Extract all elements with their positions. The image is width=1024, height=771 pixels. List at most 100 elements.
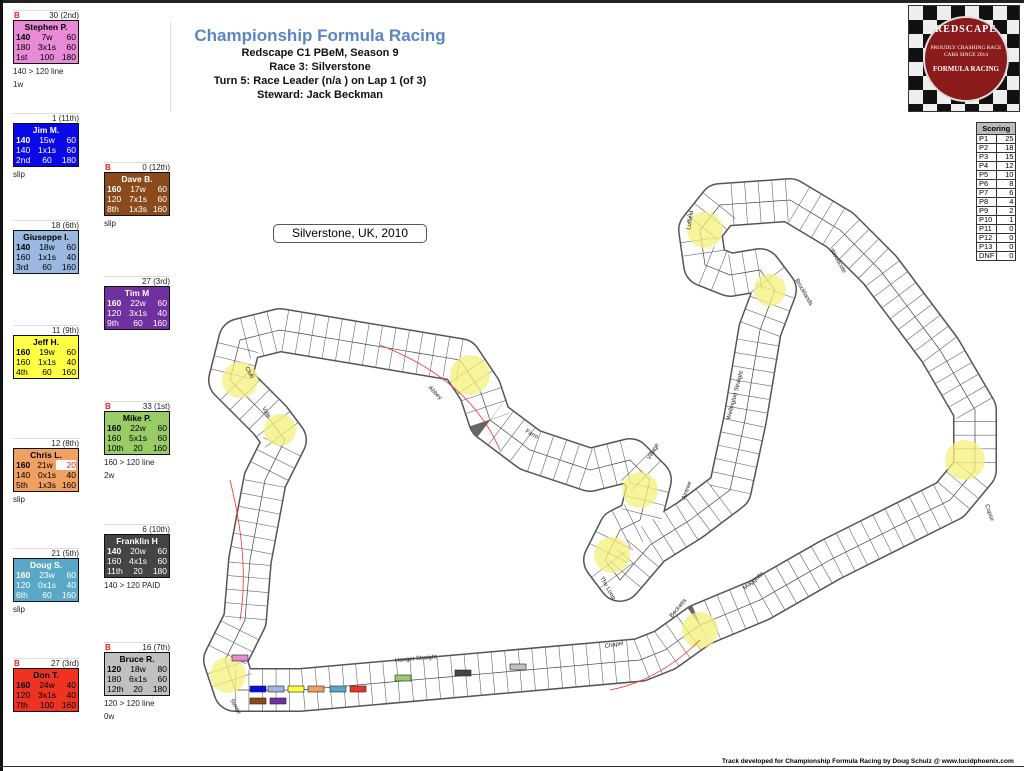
stat-value: 4th <box>16 367 28 377</box>
stat-value: 40 <box>66 470 76 480</box>
stat-value: 160 <box>107 298 122 308</box>
driver-card: 18 (6th) Giuseppe I. 140 18w 60 160 1x1s 40 3rd… <box>13 220 79 274</box>
corner-label: Abbey <box>427 385 443 401</box>
card-header: B 30 (2nd) <box>13 10 79 20</box>
scoring-position: DNF <box>975 251 998 261</box>
track-credit: Track developed for Championship Formula… <box>722 758 1014 765</box>
driver-box: Bruce R. 120 18w 80 180 6x1s 60 12th 20 180 <box>104 652 170 696</box>
stat-value: 40 <box>157 308 167 318</box>
stat-row: 7th 100 160 <box>16 700 76 710</box>
page-title: Championship Formula Racing <box>194 26 446 45</box>
stat-value: 20w <box>130 546 146 556</box>
stat-value: 180 <box>16 42 31 52</box>
stat-value: 120 <box>107 194 122 204</box>
stat-value: 22w <box>130 423 146 433</box>
stat-row: 160 4x1s 60 <box>107 556 167 566</box>
stat-value: 120 <box>107 308 122 318</box>
driver-note: slip <box>104 219 117 228</box>
b-marker: B <box>14 659 20 668</box>
stat-row: 180 3x1s 60 <box>16 42 76 52</box>
stat-value: 160 <box>61 700 76 710</box>
stat-value: 160 <box>107 556 122 566</box>
stat-value: 6th <box>16 590 28 600</box>
card-header: 21 (5th) <box>13 548 79 558</box>
stat-value: 180 <box>107 674 122 684</box>
stat-row: 160 1x1s 40 <box>16 357 76 367</box>
stat-value: 160 <box>61 262 76 272</box>
stat-value: 180 <box>61 155 76 165</box>
stat-value: 60 <box>157 433 167 443</box>
race-car <box>509 663 527 671</box>
stat-value: 60 <box>157 546 167 556</box>
stat-value: 160 <box>107 433 122 443</box>
stat-value: 160 <box>16 570 31 580</box>
driver-points: 18 (6th) <box>51 221 79 230</box>
scoring-points: 6 <box>996 188 1017 198</box>
race-car <box>249 697 267 705</box>
stat-value: 3x1s <box>38 42 56 52</box>
driver-points: 21 (5th) <box>51 549 79 558</box>
driver-box: Mike P. 160 22w 60 160 5x1s 60 10th 20 160 <box>104 411 170 455</box>
stat-value: 2nd <box>16 155 31 165</box>
driver-card: 1 (11th) Jim M. 140 15w 60 140 1x1s 60 2nd 60 180… <box>13 113 79 180</box>
stat-value: 23w <box>39 570 55 580</box>
card-header: B 16 (7th) <box>104 642 170 652</box>
stat-row: 140 1x1s 60 <box>16 145 76 155</box>
driver-points: 30 (2nd) <box>49 11 79 20</box>
stat-row: 120 0x1s 40 <box>16 580 76 590</box>
stat-row: 140 7w 60 <box>16 32 76 42</box>
stat-row: 11th 20 180 <box>107 566 167 576</box>
stat-value: 160 <box>61 367 76 377</box>
stat-value: 140 <box>16 32 31 42</box>
driver-note: slip <box>13 495 26 504</box>
driver-card: B 30 (2nd) Stephen P. 140 7w 60 180 3x1s 60 1st 1… <box>13 10 79 90</box>
driver-note: 120 > 120 line <box>104 699 155 708</box>
driver-card: B 16 (7th) Bruce R. 120 18w 80 180 6x1s 60 12th 2… <box>104 642 170 722</box>
driver-box: Dave B. 160 17w 60 120 7x1s 60 8th 1x3s 160 <box>104 172 170 216</box>
stat-row: 8th 1x3s 160 <box>107 204 167 214</box>
race-car <box>349 685 367 693</box>
corner-label: Copse <box>983 504 995 523</box>
stat-value: 140 <box>16 145 31 155</box>
stat-value: 18w <box>39 242 55 252</box>
stat-value: 60 <box>157 298 167 308</box>
stat-value: 3rd <box>16 262 29 272</box>
logo-top-text: REDSCAPE <box>935 24 997 35</box>
scoring-points: 0 <box>996 242 1017 252</box>
driver-box: Giuseppe I. 140 18w 60 160 1x1s 40 3rd 60 160 <box>13 230 79 274</box>
stat-row: 9th 60 160 <box>107 318 167 328</box>
redscape-logo: REDSCAPE PROUDLY CRASHING RACE CARS SINC… <box>908 5 1020 112</box>
race-car <box>267 685 285 693</box>
stat-value: 22w <box>130 298 146 308</box>
stat-value: 160 <box>152 318 167 328</box>
driver-points: 33 (1st) <box>142 402 170 411</box>
stat-value: 60 <box>157 184 167 194</box>
stat-value: 20 <box>133 566 143 576</box>
scoring-points: 0 <box>996 251 1017 261</box>
stat-row: 140 15w 60 <box>16 135 76 145</box>
race-line: Race 3: Silverstone <box>269 61 371 73</box>
driver-box: Jim M. 140 15w 60 140 1x1s 60 2nd 60 180 <box>13 123 79 167</box>
driver-box: Chris L. 160 21w 20 140 0x1s 40 5th 1x3s 160 <box>13 448 79 492</box>
stat-value: 3x1s <box>38 690 56 700</box>
stat-row: 160 1x1s 40 <box>16 252 76 262</box>
scoring-table: Scoring P1 25 P2 18 P3 15 P4 12 P5 10 P6 8 P7 6 P8 4 P9 2… <box>975 122 1017 261</box>
stat-value: 60 <box>42 155 52 165</box>
stat-value: 5th <box>16 480 28 490</box>
stat-value: 60 <box>133 318 143 328</box>
card-header: 6 (10th) <box>104 524 170 534</box>
driver-card: 11 (9th) Jeff H. 160 19w 60 160 1x1s 40 4th 60 16… <box>13 325 79 379</box>
stat-row: 120 3x1s 40 <box>107 308 167 318</box>
driver-note: 1w <box>13 80 24 89</box>
stat-value: 80 <box>157 664 167 674</box>
stat-value: 11th <box>107 566 123 576</box>
race-car <box>307 685 325 693</box>
driver-points: 16 (7th) <box>142 643 170 652</box>
stat-row: 160 23w 60 <box>16 570 76 580</box>
stat-value: 18w <box>130 664 146 674</box>
race-car <box>287 685 305 693</box>
stat-value: 40 <box>66 580 76 590</box>
stat-value: 20 <box>56 460 76 470</box>
stat-row: 160 21w 20 <box>16 460 76 470</box>
stat-value: 160 <box>16 357 31 367</box>
